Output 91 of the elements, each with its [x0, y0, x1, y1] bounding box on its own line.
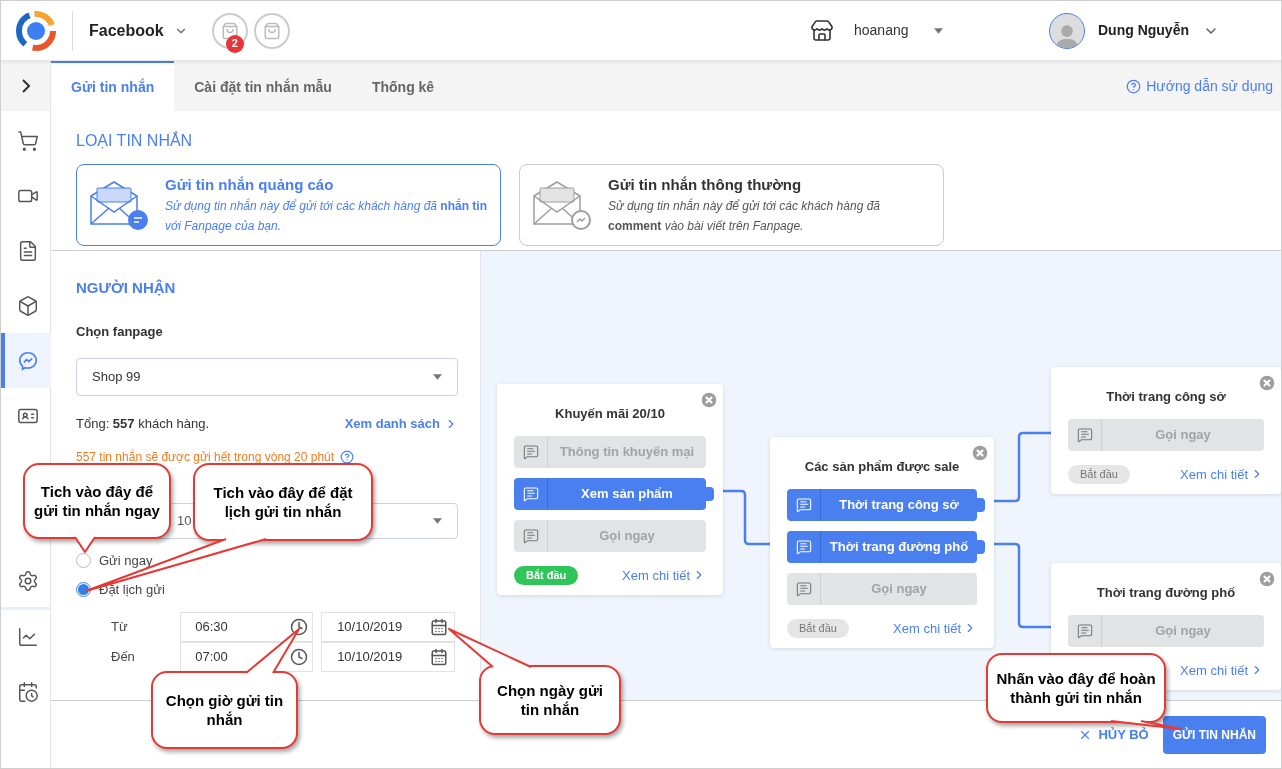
- messenger-icon: [17, 349, 39, 372]
- flow-connector: [994, 431, 1051, 503]
- section-heading: NGƯỜI NHẬN: [76, 278, 177, 298]
- details-link[interactable]: Xem chi tiết: [1180, 464, 1264, 484]
- calendar-icon: [430, 617, 448, 636]
- card-title: Gửi tin nhắn quảng cáo: [165, 174, 335, 195]
- view-list-link[interactable]: Xem danh sách: [344, 414, 458, 434]
- node-title: Khuyến mãi 20/10: [554, 405, 666, 423]
- card-description: Sử dụng tin nhắn này để gửi tới các khách hàng đã comment vào bài viết trên Fanpage.: [608, 197, 881, 236]
- sidebar-toggle[interactable]: [1, 61, 50, 111]
- user-menu[interactable]: Dung Nguyễn: [1098, 20, 1219, 41]
- node-title: Thời trang đường phố: [1095, 584, 1237, 602]
- callout-bubble: Tich vào đây để gửi tin nhắn ngay: [23, 463, 171, 539]
- close-icon[interactable]: [1257, 373, 1277, 393]
- channel-dropdown[interactable]: Facebook: [89, 18, 188, 43]
- sidebar-item[interactable]: [1, 333, 51, 388]
- chat-icon: [522, 443, 539, 460]
- help-link[interactable]: Hướng dẫn sử dụng: [1126, 61, 1273, 111]
- node-title: Thời trang công sở: [1105, 388, 1227, 406]
- field-label: Từ: [110, 617, 129, 636]
- section-heading: LOẠI TIN NHẮN: [76, 130, 194, 151]
- field-label: Chọn fanpage: [76, 322, 164, 341]
- chat-icon: [795, 580, 812, 597]
- flow-connector: [722, 489, 770, 546]
- fanpage-select[interactable]: Shop 99: [76, 358, 458, 396]
- chevron-right-icon: [21, 79, 30, 93]
- envelope-icon: [532, 180, 592, 230]
- store-dropdown[interactable]: hoanang: [854, 20, 943, 41]
- output-port: [705, 486, 714, 501]
- date-field[interactable]: 10/10/2019: [321, 641, 455, 672]
- date-field[interactable]: 10/10/2019: [321, 611, 455, 642]
- send-button[interactable]: GỬI TIN NHẮN: [1162, 716, 1266, 754]
- node-action-button[interactable]: Gọi ngay: [1068, 418, 1264, 451]
- caret-down-icon: [433, 374, 442, 380]
- node-action-button[interactable]: Gọi ngay: [514, 519, 706, 552]
- close-icon[interactable]: [1257, 569, 1277, 589]
- callout-pointer: [245, 628, 300, 674]
- time-field[interactable]: 06:30: [180, 611, 314, 642]
- bag-icon: [220, 21, 239, 40]
- warning-text: 557 tin nhắn sẽ được gửi hết trong vòng 20 phút: [76, 448, 335, 466]
- details-link[interactable]: Xem chi tiết: [893, 618, 977, 638]
- clock-icon: [290, 647, 309, 666]
- calendar-icon: [430, 647, 448, 666]
- node-action-button[interactable]: Gọi ngay: [787, 572, 977, 605]
- field-label: Đến: [110, 647, 136, 666]
- callout-bubble: Tich vào đây để đặt lịch gửi tin nhắn: [193, 463, 373, 541]
- message-type-card[interactable]: Gửi tin nhắn quảng cáo Sử dụng tin nhắn này để gửi tới các khách hàng đã nhắn tin với Fanpage của bạn.: [76, 164, 501, 246]
- status-pill: Bắt đầu: [514, 566, 579, 585]
- output-port: [976, 539, 985, 554]
- app-logo: [16, 10, 56, 51]
- status-pill: Bắt đầu: [1068, 465, 1130, 484]
- chart-icon: [17, 625, 39, 648]
- cart-icon: [17, 129, 39, 152]
- tab[interactable]: Cài đặt tin nhắn mẫu: [174, 61, 352, 111]
- node-title: Các sản phẩm được sale: [803, 458, 961, 476]
- chat-icon: [1076, 622, 1093, 639]
- radio-label: Gửi ngay: [99, 551, 153, 570]
- node-action-button[interactable]: Gọi ngay: [1068, 614, 1264, 647]
- caret-down-icon: [433, 517, 442, 524]
- chat-icon: [522, 527, 539, 544]
- chat-icon: [522, 485, 539, 502]
- help-icon: [1126, 78, 1142, 94]
- node-action-button[interactable]: Thời trang đường phố: [787, 530, 977, 563]
- total-customers: Tổng: 557 khách hàng.: [76, 415, 209, 433]
- details-link[interactable]: Xem chi tiết: [622, 565, 706, 585]
- message-type-card[interactable]: Gửi tin nhắn thông thường Sử dụng tin nhắn này để gửi tới các khách hàng đã comment vào bài viết trên Fanpage.: [519, 164, 944, 246]
- close-icon[interactable]: [970, 443, 990, 463]
- details-link[interactable]: Xem chi tiết: [1180, 660, 1264, 680]
- chat-icon: [795, 538, 812, 555]
- node-action-button[interactable]: Thời trang công sở: [787, 488, 977, 521]
- tab[interactable]: Thống kê: [351, 61, 455, 111]
- status-pill: Bắt đầu: [787, 619, 849, 638]
- bag-icon: [262, 21, 281, 40]
- notification-badge: 2: [225, 34, 244, 53]
- caret-down-icon: [934, 27, 943, 34]
- chat-icon: [1076, 426, 1093, 443]
- clock-icon: [290, 617, 309, 636]
- node-action-button[interactable]: Xem sản phẩm: [514, 477, 706, 510]
- calendar-clock-icon: [17, 680, 39, 703]
- card-description: Sử dụng tin nhắn này để gửi tới các khách hàng đã nhắn tin với Fanpage của bạn.: [165, 197, 488, 236]
- document-icon: [17, 239, 39, 262]
- envelope-icon: [89, 180, 149, 230]
- card-title: Gửi tin nhắn thông thường: [608, 174, 803, 195]
- settings-icon: [17, 569, 39, 592]
- output-port: [976, 497, 985, 512]
- box-icon: [17, 294, 39, 317]
- chat-icon: [795, 496, 812, 513]
- close-icon[interactable]: [699, 390, 719, 410]
- help-icon: [340, 449, 355, 464]
- tab[interactable]: Gửi tin nhắn: [51, 61, 175, 111]
- store-icon: [810, 18, 834, 43]
